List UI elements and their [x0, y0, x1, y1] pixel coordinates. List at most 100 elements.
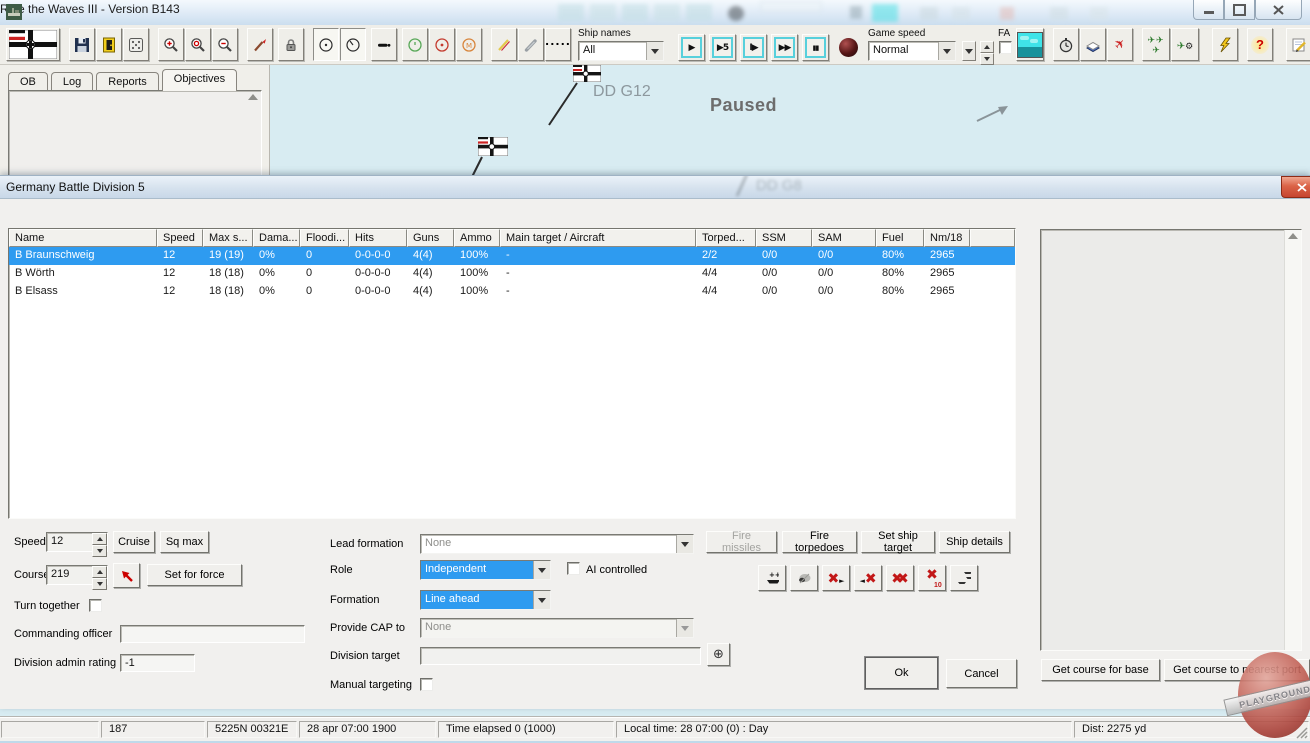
red-target-button[interactable]	[429, 28, 455, 61]
notes-button[interactable]	[1286, 28, 1310, 61]
column-header[interactable]: SAM	[812, 229, 876, 247]
column-header[interactable]: Fuel	[876, 229, 924, 247]
pause-button[interactable]: ▮▮	[802, 34, 829, 61]
fire-torpedoes-button[interactable]: Fire torpedoes	[782, 531, 857, 553]
scatter-formation-button[interactable]	[950, 565, 978, 591]
formation-select[interactable]: Line ahead	[420, 590, 551, 610]
cancel-button[interactable]: Cancel	[946, 659, 1017, 688]
turn-together-checkbox[interactable]	[89, 599, 102, 612]
tab-ob[interactable]: OB	[8, 72, 48, 91]
column-header[interactable]: Hits	[349, 229, 407, 247]
log-book-button[interactable]	[1080, 28, 1106, 61]
dropdown-button[interactable]	[533, 561, 550, 579]
role-select[interactable]: Independent	[420, 560, 551, 580]
column-header[interactable]: Name	[9, 229, 157, 247]
speed-down-button[interactable]	[92, 545, 107, 557]
dialog-close-button[interactable]	[1281, 176, 1310, 198]
division-target-field[interactable]	[420, 647, 701, 665]
course-down-button[interactable]	[92, 578, 107, 590]
column-header[interactable]: SSM	[756, 229, 812, 247]
help-button[interactable]: ?	[1247, 28, 1273, 61]
range-circle-tick-button[interactable]	[340, 28, 366, 61]
lock-button[interactable]	[278, 28, 304, 61]
dropdown-button[interactable]	[938, 42, 955, 60]
step-down-button[interactable]	[980, 53, 994, 65]
ship-details-button[interactable]: Ship details	[939, 531, 1010, 553]
column-header[interactable]: Guns	[407, 229, 454, 247]
detail-list-panel[interactable]	[1040, 229, 1302, 651]
range-circle-button[interactable]	[313, 28, 339, 61]
ship-row[interactable]: B Wörth1218 (18)0%00-0-0-04(4)100%-4/40/…	[9, 265, 1015, 283]
objectives-list[interactable]	[8, 90, 262, 188]
step-up-button[interactable]	[980, 41, 994, 53]
scroll-up-icon[interactable]	[1288, 233, 1298, 239]
ship-row[interactable]: B Braunschweig1219 (19)0%00-0-0-04(4)100…	[9, 247, 1015, 265]
column-header[interactable]: Torped...	[696, 229, 756, 247]
paintbrush-button[interactable]	[247, 28, 273, 61]
tab-log[interactable]: Log	[51, 72, 93, 91]
aircraft-formation-button[interactable]: ✈✈ ✈	[1142, 28, 1170, 61]
dotted-track-button[interactable]: .....	[545, 28, 571, 61]
course-up-button[interactable]	[92, 566, 107, 578]
set-ship-target-button[interactable]: Set ship target	[861, 531, 935, 553]
dice-button[interactable]	[123, 28, 149, 61]
ai-controlled-checkbox[interactable]	[567, 562, 580, 575]
sq-max-button[interactable]: Sq max	[160, 531, 209, 553]
zoom-in-button[interactable]	[158, 28, 184, 61]
titlebar[interactable]: Rule the Waves III - Version B143	[0, 0, 1310, 26]
column-header[interactable]: Ammo	[454, 229, 500, 247]
speed-dropdown-button[interactable]	[962, 41, 976, 61]
shell-splash-button[interactable]	[491, 28, 517, 61]
air-strike-button[interactable]	[1212, 28, 1238, 61]
resize-grip[interactable]	[1295, 726, 1308, 739]
column-header[interactable]: Dama...	[253, 229, 300, 247]
column-header[interactable]: Max s...	[203, 229, 253, 247]
ship-row[interactable]: B Elsass1218 (18)0%00-0-0-04(4)100%-4/40…	[9, 283, 1015, 301]
lead-formation-select[interactable]: None	[420, 534, 694, 554]
scrollbar[interactable]	[1284, 230, 1301, 650]
play-button[interactable]: ▶	[678, 34, 705, 61]
dropdown-button[interactable]	[646, 42, 663, 60]
aircraft-climb-button[interactable]: ✈	[1107, 28, 1133, 61]
ship-names-select[interactable]: All	[578, 41, 664, 61]
get-course-for-base-button[interactable]: Get course for base	[1041, 659, 1160, 681]
add-ship-button[interactable]: ++	[758, 565, 786, 591]
detach-ship-button[interactable]: ✖►	[822, 565, 850, 591]
torpedo-marker-button[interactable]	[371, 28, 397, 61]
dropdown-button[interactable]	[676, 535, 693, 553]
minimize-button[interactable]	[1193, 0, 1224, 20]
tab-objectives[interactable]: Objectives	[162, 69, 237, 91]
play-fast-button[interactable]: ▶▶	[771, 34, 798, 61]
exit-door-button[interactable]	[96, 28, 122, 61]
detach-all-button[interactable]: ✖✖	[886, 565, 914, 591]
column-header[interactable]: Speed	[157, 229, 203, 247]
green-range-button[interactable]	[402, 28, 428, 61]
save-button[interactable]	[69, 28, 95, 61]
get-course-to-nearest-port-button[interactable]: Get course to nearest port	[1164, 659, 1310, 681]
zoom-out-button[interactable]	[212, 28, 238, 61]
scroll-up-icon[interactable]	[248, 94, 258, 100]
column-header[interactable]: Main target / Aircraft	[500, 229, 696, 247]
sea-view-button[interactable]	[1016, 28, 1044, 61]
speed-spinner[interactable]: 12	[46, 532, 108, 552]
set-for-force-button[interactable]: Set for force	[147, 564, 242, 586]
play-5-button[interactable]: ▶5	[709, 34, 736, 61]
manual-targeting-checkbox[interactable]	[420, 678, 433, 691]
tab-reports[interactable]: Reports	[96, 72, 159, 91]
pick-target-button[interactable]: ⊕	[707, 643, 730, 666]
missile-range-button[interactable]: M	[456, 28, 482, 61]
maximize-button[interactable]	[1224, 0, 1255, 20]
fa-checkbox[interactable]	[999, 41, 1012, 54]
speed-stepper[interactable]	[980, 41, 994, 61]
ship-marker-dd-g12[interactable]: DD G12	[545, 65, 675, 135]
course-spinner[interactable]: 219	[46, 565, 108, 585]
dialog-titlebar[interactable]: DD G8 Germany Battle Division 5	[0, 176, 1310, 199]
aircraft-settings-button[interactable]: ✈⚙	[1171, 28, 1199, 61]
dropdown-button[interactable]	[533, 591, 550, 609]
detach-division-button[interactable]: ◄✖	[854, 565, 882, 591]
game-speed-select[interactable]: Normal	[868, 41, 956, 61]
stopwatch-button[interactable]	[1053, 28, 1079, 61]
column-header[interactable]: Floodi...	[300, 229, 349, 247]
division-admin-rating-field[interactable]: -1	[120, 654, 195, 672]
torpedo-track-button[interactable]	[518, 28, 544, 61]
